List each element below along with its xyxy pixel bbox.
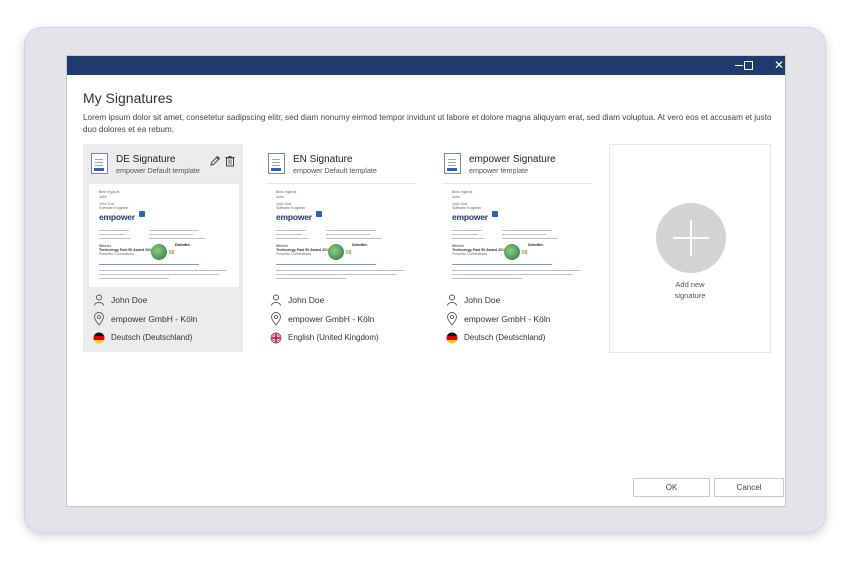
- location-pin-icon: [94, 312, 104, 326]
- card-user: John Doe: [111, 295, 148, 305]
- close-button[interactable]: ✕: [772, 58, 786, 72]
- globe-icon: [504, 244, 520, 260]
- preview-name: John: [276, 195, 284, 199]
- preview-role: Software Engineer: [452, 206, 482, 210]
- document-icon: [444, 153, 461, 174]
- preview-greeting: Best regards: [276, 190, 297, 194]
- card-header: DE Signature empower Default template: [91, 153, 241, 179]
- logo-mark-icon: [492, 211, 498, 217]
- cancel-button[interactable]: Cancel: [714, 478, 784, 497]
- signature-preview: Best regards John John Doe Software Engi…: [266, 183, 416, 287]
- signature-card-de[interactable]: DE Signature empower Default template Be…: [83, 144, 243, 352]
- preview-award-sub: Powerful Connections: [452, 252, 487, 256]
- card-header: empower Signature empower template: [444, 153, 594, 179]
- user-icon: [447, 294, 457, 306]
- signature-preview: Best regards John John Doe Software Engi…: [89, 183, 239, 287]
- preview-award-sub: Powerful Connections: [276, 252, 311, 256]
- signatures-dialog: ✕ My Signatures Lorem ipsum dolor sit am…: [66, 55, 786, 507]
- preview-role: Software Engineer: [276, 206, 306, 210]
- page-description: Lorem ipsum dolor sit amet, consetetur s…: [83, 113, 772, 134]
- card-location: empower GmbH - Köln: [111, 314, 198, 324]
- card-header: EN Signature empower Default template: [268, 153, 418, 179]
- preview-award-brand: Deloitte.: [175, 242, 191, 247]
- logo-mark-icon: [316, 211, 322, 217]
- ok-button[interactable]: OK: [633, 478, 710, 497]
- card-language: Deutsch (Deutschland): [464, 333, 546, 342]
- add-signature-label: Add new signature: [610, 279, 770, 301]
- preview-award-number: 50: [522, 250, 528, 256]
- location-pin-icon: [271, 312, 281, 326]
- preview-logo: empower: [99, 212, 135, 222]
- preview-name: John: [99, 195, 107, 199]
- card-title: empower Signature: [469, 154, 556, 165]
- card-location: empower GmbH - Köln: [464, 314, 551, 324]
- card-user: John Doe: [288, 295, 325, 305]
- card-title: EN Signature: [293, 154, 353, 165]
- card-subtitle: empower Default template: [293, 166, 377, 175]
- card-title: DE Signature: [116, 154, 176, 165]
- add-label-line2: signature: [674, 291, 706, 300]
- flag-germany-icon: [446, 332, 458, 344]
- title-bar: ✕: [67, 56, 785, 75]
- preview-greeting: Best regards: [99, 190, 120, 194]
- card-language: Deutsch (Deutschland): [111, 333, 193, 342]
- location-pin-icon: [447, 312, 457, 326]
- add-label-line1: Add new: [675, 280, 705, 289]
- preview-award-brand: Deloitte.: [352, 242, 368, 247]
- signature-preview: Best regards John John Doe Software Engi…: [442, 183, 592, 287]
- card-subtitle: empower template: [469, 166, 529, 175]
- logo-mark-icon: [139, 211, 145, 217]
- preview-role: Software Engineer: [99, 206, 129, 210]
- preview-logo: empower: [452, 212, 488, 222]
- preview-award-sub: Powerful Connections: [99, 252, 134, 256]
- document-icon: [91, 153, 108, 174]
- add-signature-button[interactable]: Add new signature: [609, 144, 771, 353]
- card-subtitle: empower Default template: [116, 166, 200, 175]
- flag-uk-icon: [270, 332, 282, 344]
- user-icon: [94, 294, 104, 306]
- plus-icon: [656, 203, 726, 273]
- flag-germany-icon: [93, 332, 105, 344]
- document-icon: [268, 153, 285, 174]
- signature-card-empower[interactable]: empower Signature empower template Best …: [436, 144, 596, 352]
- card-language: English (United Kingdom): [288, 333, 379, 342]
- preview-award-number: 50: [169, 250, 175, 256]
- page-title: My Signatures: [83, 90, 173, 106]
- globe-icon: [151, 244, 167, 260]
- preview-greeting: Best regards: [452, 190, 473, 194]
- preview-award-number: 50: [346, 250, 352, 256]
- preview-award-brand: Deloitte.: [528, 242, 544, 247]
- trash-icon[interactable]: [224, 155, 236, 167]
- maximize-button[interactable]: [741, 58, 755, 72]
- preview-name: John: [452, 195, 460, 199]
- pencil-icon[interactable]: [209, 155, 221, 167]
- card-user: John Doe: [464, 295, 501, 305]
- user-icon: [271, 294, 281, 306]
- signature-card-en[interactable]: EN Signature empower Default template Be…: [260, 144, 420, 352]
- preview-logo: empower: [276, 212, 312, 222]
- card-location: empower GmbH - Köln: [288, 314, 375, 324]
- globe-icon: [328, 244, 344, 260]
